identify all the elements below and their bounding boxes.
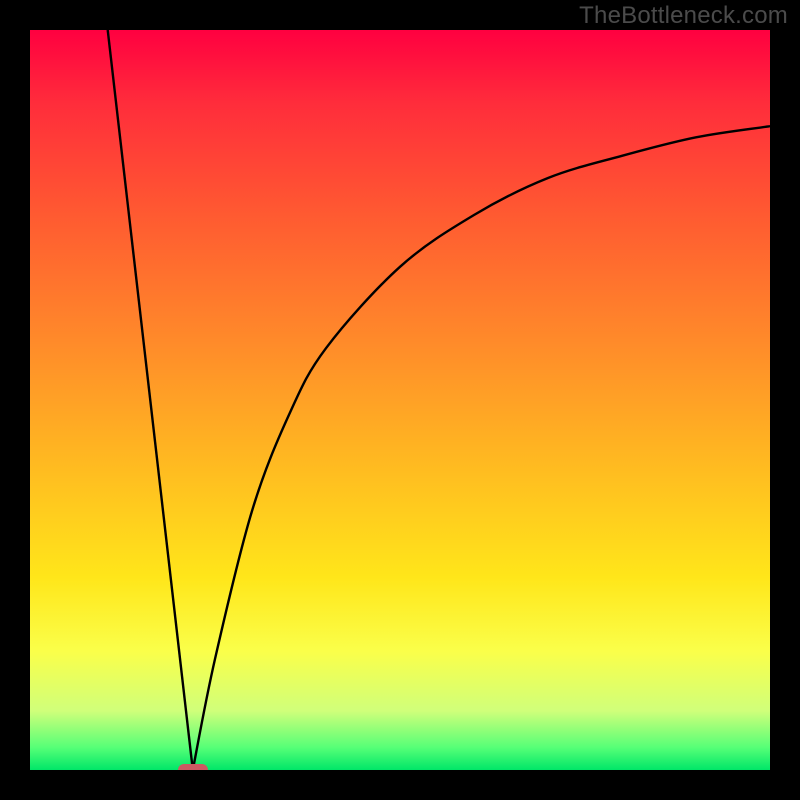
curve-right-segment bbox=[193, 126, 770, 770]
chart-frame: TheBottleneck.com bbox=[0, 0, 800, 800]
curve-left-segment bbox=[108, 30, 193, 770]
watermark-text: TheBottleneck.com bbox=[579, 2, 788, 30]
min-marker bbox=[178, 764, 208, 770]
curve-layer bbox=[30, 30, 770, 770]
plot-area bbox=[30, 30, 770, 770]
